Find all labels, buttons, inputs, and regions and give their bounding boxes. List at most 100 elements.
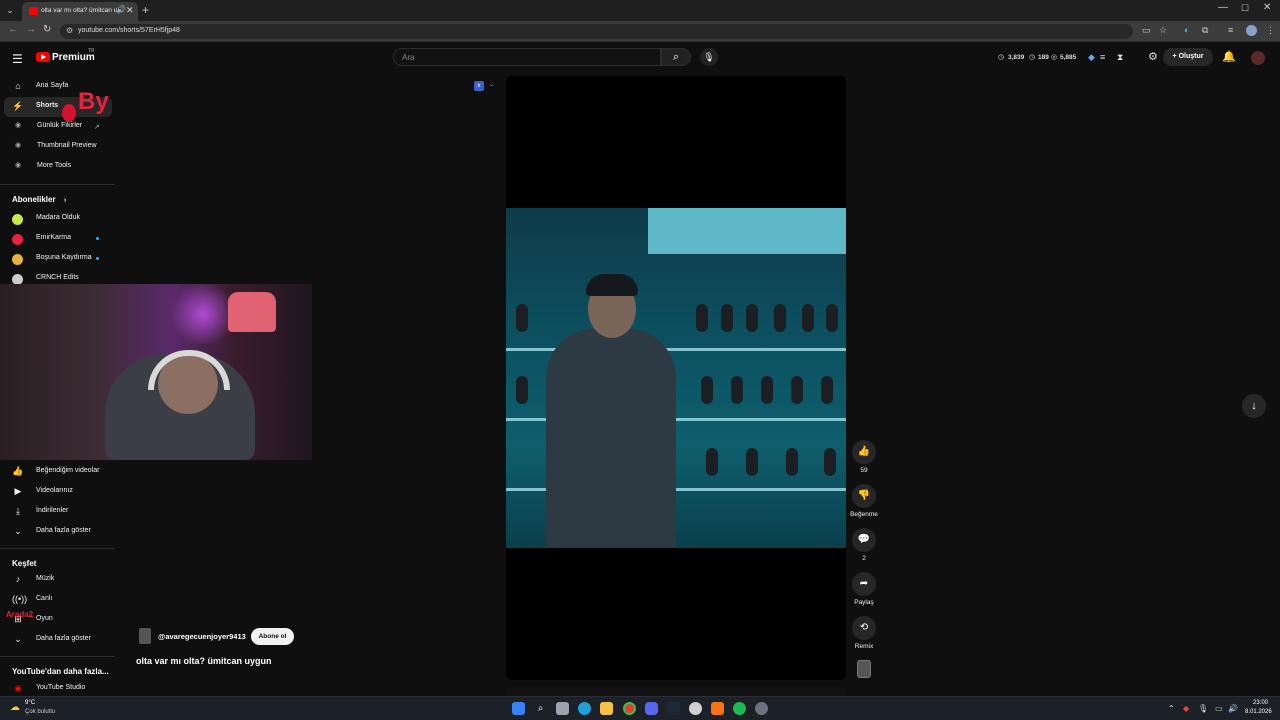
video-shoe bbox=[731, 376, 743, 404]
tray-network-icon[interactable]: ▭ bbox=[1215, 704, 1223, 713]
video-shoe bbox=[774, 304, 786, 332]
app-icon[interactable] bbox=[755, 702, 768, 715]
reload-icon[interactable]: ↻ bbox=[43, 24, 51, 35]
account-avatar[interactable] bbox=[1251, 51, 1265, 65]
share-button[interactable]: ➦ bbox=[852, 572, 876, 596]
sidebar-item-liked-videos[interactable]: 👍 Beğendiğim videolar bbox=[0, 462, 115, 482]
by-overlay-text: By bbox=[78, 88, 109, 115]
sidebar-item-show-more[interactable]: ⌄ Daha fazla göster bbox=[0, 630, 115, 650]
forward-icon[interactable]: → bbox=[26, 24, 36, 35]
spotify-icon[interactable] bbox=[733, 702, 746, 715]
like-button[interactable]: 👍 bbox=[852, 440, 876, 464]
tab-close-icon[interactable]: ✕ bbox=[126, 5, 134, 16]
window-close-button[interactable]: ✕ bbox=[1263, 2, 1271, 13]
video-shoe bbox=[746, 448, 758, 476]
clock-date[interactable]: 8.01.2026 bbox=[1245, 709, 1272, 715]
browser-address-bar: ← → ↻ ⚙ youtube.com/shorts/57ErH5fjp48 ▭… bbox=[0, 21, 1280, 42]
sound-thumbnail[interactable] bbox=[857, 660, 871, 678]
new-tab-button[interactable]: + bbox=[142, 3, 149, 17]
extensions-puzzle-icon[interactable]: ⧉ bbox=[1202, 25, 1208, 36]
comments-button[interactable]: 💬 bbox=[852, 528, 876, 552]
dislike-button[interactable]: 👎 bbox=[852, 484, 876, 508]
subscribe-button[interactable]: Abone ol bbox=[251, 628, 294, 645]
browser-profile-avatar[interactable] bbox=[1246, 25, 1257, 36]
search-input[interactable]: Ara bbox=[402, 53, 414, 62]
browser-menu-icon[interactable]: ⋮ bbox=[1266, 25, 1275, 36]
voice-search-button[interactable]: 🎙 bbox=[700, 48, 718, 66]
channel-name[interactable]: @avaregecuenjoyer9413 bbox=[158, 632, 246, 641]
task-view-icon[interactable] bbox=[556, 702, 569, 715]
next-short-button[interactable]: ↓ bbox=[1242, 394, 1266, 418]
search-field[interactable]: Ara bbox=[393, 48, 661, 66]
back-icon[interactable]: ← bbox=[8, 24, 18, 35]
chevron-down-icon[interactable]: ⌄ bbox=[489, 81, 494, 88]
steam-icon[interactable] bbox=[667, 702, 680, 715]
window-minimize-button[interactable]: — bbox=[1218, 2, 1228, 13]
start-menu-icon[interactable] bbox=[512, 702, 525, 715]
bookmark-star-icon[interactable]: ☆ bbox=[1159, 25, 1167, 36]
hourglass-icon[interactable]: ⧗ bbox=[1117, 52, 1123, 63]
url-field[interactable]: ⚙ youtube.com/shorts/57ErH5fjp48 bbox=[60, 24, 1133, 39]
cast-icon[interactable]: ▭ bbox=[1142, 25, 1151, 36]
tray-app-icon[interactable]: ◆ bbox=[1183, 704, 1189, 713]
remix-button[interactable]: ⟲ bbox=[852, 616, 876, 640]
sidebar-item-show-more[interactable]: ⌄ Daha fazla göster bbox=[0, 522, 115, 542]
subscription-item[interactable]: Boşuna Kaydırma bbox=[0, 249, 115, 269]
sidebar-item-downloads[interactable]: ⤓ İndirilenler bbox=[0, 502, 115, 522]
extension-badge-icon[interactable]: ◆ bbox=[1088, 52, 1095, 63]
share-arrow-icon: ➦ bbox=[859, 578, 869, 589]
sidebar-item-your-videos[interactable]: ▶ Videolarınız bbox=[0, 482, 115, 502]
url-text[interactable]: youtube.com/shorts/57ErH5fjp48 bbox=[78, 27, 180, 34]
notifications-bell-icon[interactable]: 🔔 bbox=[1222, 50, 1236, 63]
weather-cloud-icon[interactable]: ☁ bbox=[10, 702, 20, 713]
search-button[interactable]: ⌕ bbox=[661, 48, 691, 66]
subscription-item[interactable]: EmirKarma bbox=[0, 229, 115, 249]
audio-playing-icon[interactable]: 🔊 bbox=[116, 5, 126, 14]
subscriptions-heading[interactable]: Abonelikler › bbox=[12, 195, 66, 204]
sidebar-item-label: Oyun bbox=[36, 615, 53, 622]
app-icon[interactable] bbox=[711, 702, 724, 715]
search-icon[interactable]: ⌕ bbox=[534, 702, 547, 715]
sidebar-divider bbox=[0, 656, 115, 657]
studio-gear-icon[interactable]: ⚙ bbox=[1148, 50, 1158, 63]
sidebar-item-label: Daha fazla göster bbox=[36, 635, 91, 642]
subscription-item[interactable]: Madara Olduk bbox=[0, 209, 115, 229]
list-icon[interactable]: ≡ bbox=[1100, 52, 1105, 62]
tab-search-icon[interactable]: ⌄ bbox=[4, 4, 16, 16]
windows-taskbar: ☁ 9°C Çok bulutlu ⌕ ⌃ ◆ 🎙 ▭ 🔊 23:00 8.01… bbox=[0, 696, 1280, 720]
browser-tab[interactable]: olta var mı olta? ümitcan uy 🔊 ✕ bbox=[22, 2, 138, 21]
sidebar-item-thumbnail-preview[interactable]: ◉ Thumbnail Preview bbox=[0, 137, 115, 157]
overlay-decoration bbox=[62, 104, 76, 122]
tab-groups-icon[interactable]: ≡ bbox=[1228, 25, 1233, 35]
language-badge[interactable]: tr bbox=[474, 81, 484, 91]
sidebar-item-more-tools[interactable]: ◉ More Tools bbox=[0, 157, 115, 177]
site-info-icon[interactable]: ⚙ bbox=[66, 26, 73, 35]
short-title[interactable]: olta var mı olta? ümitcan uygun bbox=[136, 656, 272, 666]
channel-avatar[interactable] bbox=[139, 628, 151, 644]
sidebar-item-live[interactable]: ((•)) Canlı bbox=[0, 590, 115, 610]
shorts-video-player[interactable] bbox=[506, 76, 846, 680]
clock-time[interactable]: 23:00 bbox=[1253, 700, 1268, 706]
window-maximize-button[interactable]: ☐ bbox=[1241, 3, 1249, 14]
microphone-icon: 🎙 bbox=[703, 52, 715, 62]
tray-chevron-up-icon[interactable]: ⌃ bbox=[1168, 704, 1175, 713]
sidebar-item-music[interactable]: ♪ Müzik bbox=[0, 570, 115, 590]
discord-icon[interactable] bbox=[645, 702, 658, 715]
tray-mic-icon[interactable]: 🎙 bbox=[1198, 704, 1208, 713]
app-icon[interactable] bbox=[689, 702, 702, 715]
webcam-overlay bbox=[0, 284, 312, 460]
file-explorer-icon[interactable] bbox=[600, 702, 613, 715]
youtube-logo-icon[interactable] bbox=[36, 52, 50, 62]
create-button[interactable]: + Oluştur bbox=[1163, 48, 1213, 66]
tray-volume-icon[interactable]: 🔊 bbox=[1228, 704, 1238, 713]
edge-browser-icon[interactable] bbox=[578, 702, 591, 715]
weather-temperature[interactable]: 9°C bbox=[25, 700, 35, 706]
weather-description[interactable]: Çok bulutlu bbox=[25, 709, 55, 715]
chrome-browser-icon[interactable] bbox=[623, 702, 636, 715]
hamburger-menu-icon[interactable]: ☰ bbox=[12, 52, 23, 66]
next-short-preview[interactable] bbox=[506, 686, 846, 696]
sidebar-item-label: İndirilenler bbox=[36, 507, 69, 514]
video-shoe bbox=[826, 304, 838, 332]
extension-icon[interactable]: ◐ bbox=[1184, 25, 1189, 35]
chevron-down-icon: ⌄ bbox=[14, 634, 22, 644]
